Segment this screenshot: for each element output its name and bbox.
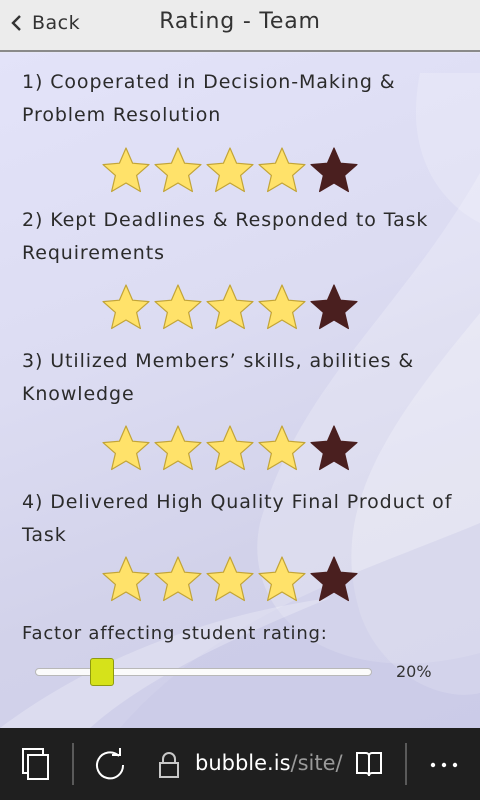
star-filled-icon[interactable] [100, 423, 152, 475]
browser-toolbar: bubble.is/site/ [0, 728, 480, 800]
star-filled-icon[interactable] [256, 423, 308, 475]
reading-view-icon[interactable] [354, 749, 384, 779]
star-rating-4[interactable] [100, 554, 360, 606]
top-bar: Back Rating - Team [0, 0, 480, 52]
star-empty-icon[interactable] [308, 423, 360, 475]
question-1: 1) Cooperated in Decision-Making & Probl… [22, 71, 396, 126]
star-empty-icon[interactable] [308, 554, 360, 606]
star-filled-icon[interactable] [204, 423, 256, 475]
question-2: 2) Kept Deadlines & Responded to Task Re… [22, 209, 429, 264]
star-empty-icon[interactable] [308, 145, 360, 197]
star-filled-icon[interactable] [256, 282, 308, 334]
page-title: Rating - Team [159, 9, 321, 34]
star-filled-icon[interactable] [152, 554, 204, 606]
star-filled-icon[interactable] [152, 423, 204, 475]
star-filled-icon[interactable] [256, 145, 308, 197]
factor-slider-track[interactable] [35, 668, 372, 676]
star-filled-icon[interactable] [204, 554, 256, 606]
more-icon[interactable] [430, 762, 458, 768]
question-3: 3) Utilized Members’ skills, abilities &… [22, 350, 415, 405]
star-filled-icon[interactable] [152, 282, 204, 334]
address-bar[interactable]: bubble.is/site/ [195, 751, 343, 775]
star-filled-icon[interactable] [152, 145, 204, 197]
rating-form: 1) Cooperated in Decision-Making & Probl… [0, 53, 480, 728]
star-filled-icon[interactable] [100, 145, 152, 197]
star-rating-3[interactable] [100, 423, 360, 475]
factor-slider-thumb[interactable] [90, 658, 115, 686]
star-filled-icon[interactable] [204, 282, 256, 334]
star-filled-icon[interactable] [256, 554, 308, 606]
star-filled-icon[interactable] [100, 554, 152, 606]
tabs-icon[interactable] [21, 747, 51, 781]
factor-label: Factor affecting student rating: [22, 623, 328, 644]
star-rating-2[interactable] [100, 282, 360, 334]
toolbar-divider [72, 743, 74, 785]
refresh-icon[interactable] [92, 747, 128, 783]
toolbar-divider [405, 743, 407, 785]
factor-value: 20% [396, 662, 432, 681]
star-filled-icon[interactable] [100, 282, 152, 334]
url-path: /site/ [290, 751, 343, 775]
star-filled-icon[interactable] [204, 145, 256, 197]
question-4: 4) Delivered High Quality Final Product … [22, 491, 453, 546]
lock-icon [159, 752, 179, 778]
star-empty-icon[interactable] [308, 282, 360, 334]
url-domain: bubble.is [195, 751, 291, 775]
star-rating-1[interactable] [100, 145, 360, 197]
